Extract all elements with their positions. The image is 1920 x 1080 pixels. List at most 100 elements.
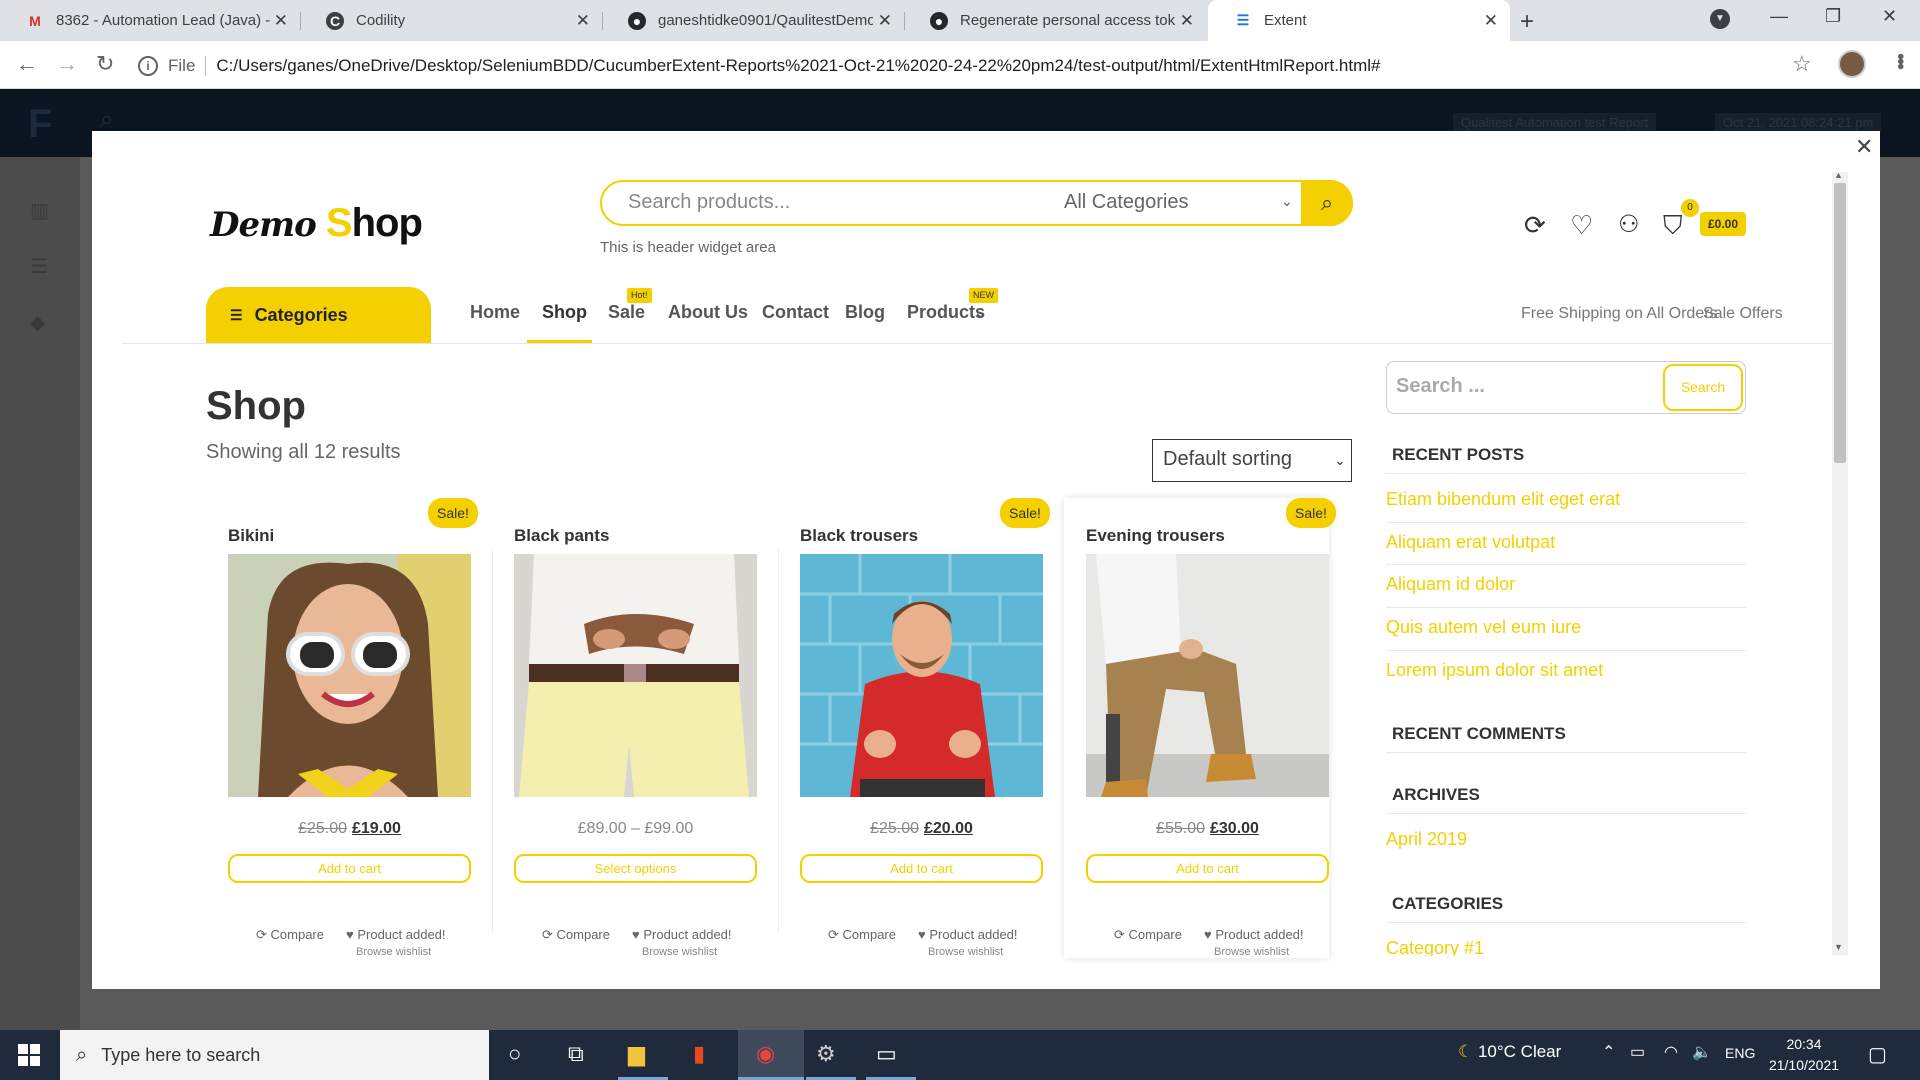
recent-post-link[interactable]: Lorem ipsum dolor sit amet (1386, 660, 1603, 681)
add-to-cart-button[interactable]: Add to cart (1086, 854, 1329, 883)
add-to-cart-button[interactable]: Add to cart (228, 854, 471, 883)
product-name[interactable]: Bikini (228, 526, 274, 546)
scroll-down-icon[interactable]: ▼ (1834, 942, 1843, 952)
user-icon[interactable]: ⚇ (1618, 210, 1640, 239)
browse-wishlist-link[interactable]: Browse wishlist (1214, 946, 1289, 958)
restore-icon[interactable]: ❐ (1825, 6, 1841, 27)
heart-icon[interactable]: ♡ (1570, 210, 1593, 241)
recent-post-link[interactable]: Quis autem vel eum iure (1386, 617, 1581, 638)
settings-gear-icon[interactable]: ⚙ (816, 1041, 836, 1067)
chevron-up-icon[interactable]: ⌃ (1602, 1042, 1615, 1062)
product-card-black-pants[interactable]: Black pants £89.00 – £99.00 Select optio… (492, 498, 757, 958)
notification-icon[interactable]: ▢ (1868, 1042, 1887, 1067)
browse-wishlist-link[interactable]: Browse wishlist (356, 946, 431, 958)
volume-icon[interactable]: 🔈 (1692, 1042, 1712, 1062)
product-image[interactable] (1086, 554, 1329, 797)
wishlist-status[interactable]: ♥ Product added! (632, 927, 732, 942)
tab-gmail[interactable]: M 8362 - Automation Lead (Java) - ✕ (0, 0, 301, 41)
menu-sale[interactable]: Sale (608, 302, 645, 323)
address-bar[interactable]: i File C:/Users/ganes/OneDrive/Desktop/S… (138, 48, 1793, 84)
sorting-select[interactable]: Default sorting (1152, 439, 1352, 482)
menu-contact[interactable]: Contact (762, 302, 829, 323)
recent-post-link[interactable]: Aliquam id dolor (1386, 574, 1515, 595)
office-icon[interactable]: ▮ (693, 1041, 705, 1067)
tab-github-repo[interactable]: ● ganeshtidke0901/QaulitestDemo ✕ (602, 0, 905, 41)
recent-post-link[interactable]: Aliquam erat volutpat (1386, 532, 1555, 553)
close-icon[interactable]: ✕ (878, 11, 892, 31)
product-card-bikini[interactable]: Sale! Bikini £25.00 £19.00 Add to cart ⟳ … (206, 498, 478, 958)
close-icon[interactable]: ✕ (1180, 11, 1194, 31)
close-icon[interactable]: ✕ (1484, 11, 1498, 31)
wishlist-status[interactable]: ♥ Product added! (346, 927, 446, 942)
sidebar-search-input[interactable]: Search ... (1396, 375, 1485, 398)
menu-kebab-icon[interactable]: ••• (1888, 53, 1911, 68)
menu-shop[interactable]: Shop (542, 302, 587, 323)
product-name[interactable]: Black pants (514, 526, 609, 546)
language-indicator[interactable]: ENG (1725, 1045, 1755, 1061)
product-name[interactable]: Evening trousers (1086, 526, 1225, 546)
tab-search-icon[interactable]: ▼ (1710, 9, 1730, 29)
add-to-cart-button[interactable]: Add to cart (800, 854, 1043, 883)
window-close-icon[interactable]: ✕ (1882, 6, 1897, 27)
compare-icon[interactable]: ⟳ (1524, 210, 1546, 241)
scrollbar-thumb[interactable] (1834, 183, 1846, 463)
product-card-black-trousers[interactable]: Sale! Black trousers £25.00 £20.00 Add to… (778, 498, 1050, 958)
select-options-button[interactable]: Select options (514, 854, 757, 883)
browse-wishlist-link[interactable]: Browse wishlist (642, 946, 717, 958)
avatar[interactable] (1838, 50, 1866, 78)
chrome-icon[interactable]: ◉ (756, 1041, 775, 1067)
wishlist-status[interactable]: ♥ Product added! (918, 927, 1018, 942)
reload-icon[interactable]: ↻ (96, 51, 114, 77)
product-card-evening-trousers[interactable]: Sale! Evening trousers £55.00 £30.00 Add … (1064, 498, 1336, 958)
wishlist-status[interactable]: ♥ Product added! (1204, 927, 1304, 942)
chevron-down-icon[interactable]: ⌄ (1334, 452, 1346, 469)
search-button[interactable]: ⌕ (1301, 180, 1353, 226)
browse-wishlist-link[interactable]: Browse wishlist (928, 946, 1003, 958)
taskbar-clock[interactable]: 20:34 21/10/2021 (1762, 1034, 1846, 1076)
close-icon[interactable]: ✕ (576, 11, 590, 31)
product-image[interactable] (514, 554, 757, 797)
scroll-up-icon[interactable]: ▲ (1834, 170, 1843, 180)
info-icon[interactable]: i (138, 56, 158, 76)
taskbar-search[interactable]: ⌕ Type here to search (60, 1030, 489, 1080)
chevron-down-icon[interactable]: ⌄ (1281, 193, 1293, 210)
tag-icon[interactable]: ◆ (30, 310, 45, 335)
battery-icon[interactable]: ▭ (1630, 1042, 1645, 1062)
close-icon[interactable]: ✕ (274, 11, 288, 31)
back-icon[interactable]: ← (16, 51, 38, 77)
sale-offers-link[interactable]: Sale Offers (1703, 305, 1783, 323)
file-explorer-icon[interactable]: ▆ (628, 1041, 645, 1067)
new-tab-button[interactable]: + (1520, 8, 1534, 36)
product-search-input[interactable]: Search products... (628, 191, 790, 214)
category-link[interactable]: Category #1 (1386, 938, 1484, 956)
product-image[interactable] (800, 554, 1043, 797)
compare-link[interactable]: ⟳ Compare (828, 927, 896, 943)
product-image[interactable] (228, 554, 471, 797)
list-icon[interactable]: ☰ (30, 254, 48, 279)
windows-start-icon[interactable] (18, 1044, 40, 1066)
free-shipping-link[interactable]: Free Shipping on All Orders (1521, 305, 1718, 323)
wifi-icon[interactable]: ◠ (1664, 1042, 1678, 1062)
modal-close-icon[interactable]: ✕ (1855, 134, 1873, 160)
menu-home[interactable]: Home (470, 302, 520, 323)
task-view-icon[interactable]: ⧉ (568, 1041, 584, 1067)
categories-button[interactable]: ☰ Categories (206, 287, 431, 344)
minimize-icon[interactable]: — (1770, 6, 1788, 27)
product-name[interactable]: Black trousers (800, 526, 918, 546)
compare-link[interactable]: ⟳ Compare (1114, 927, 1182, 943)
report-search-icon[interactable]: ⌕ (100, 106, 113, 134)
compare-link[interactable]: ⟳ Compare (256, 927, 324, 943)
archive-link[interactable]: April 2019 (1386, 829, 1467, 850)
menu-blog[interactable]: Blog (845, 302, 885, 323)
recent-post-link[interactable]: Etiam bibendum elit eget erat (1386, 489, 1620, 510)
chevron-down-icon[interactable]: ⌄ (973, 302, 988, 323)
forward-icon[interactable]: → (56, 51, 78, 77)
tab-codility[interactable]: C Codility ✕ (300, 0, 603, 41)
sidebar-search-button[interactable]: Search (1663, 364, 1743, 411)
weather-widget[interactable]: ☾ 10°C Clear (1458, 1042, 1561, 1062)
cart-icon[interactable]: ⛉ (1663, 210, 1683, 242)
compare-link[interactable]: ⟳ Compare (542, 927, 610, 943)
category-select[interactable]: All Categories (1064, 191, 1189, 214)
bookmark-star-icon[interactable]: ☆ (1792, 51, 1812, 77)
shop-logo[interactable]: Demo Shop (210, 201, 423, 246)
